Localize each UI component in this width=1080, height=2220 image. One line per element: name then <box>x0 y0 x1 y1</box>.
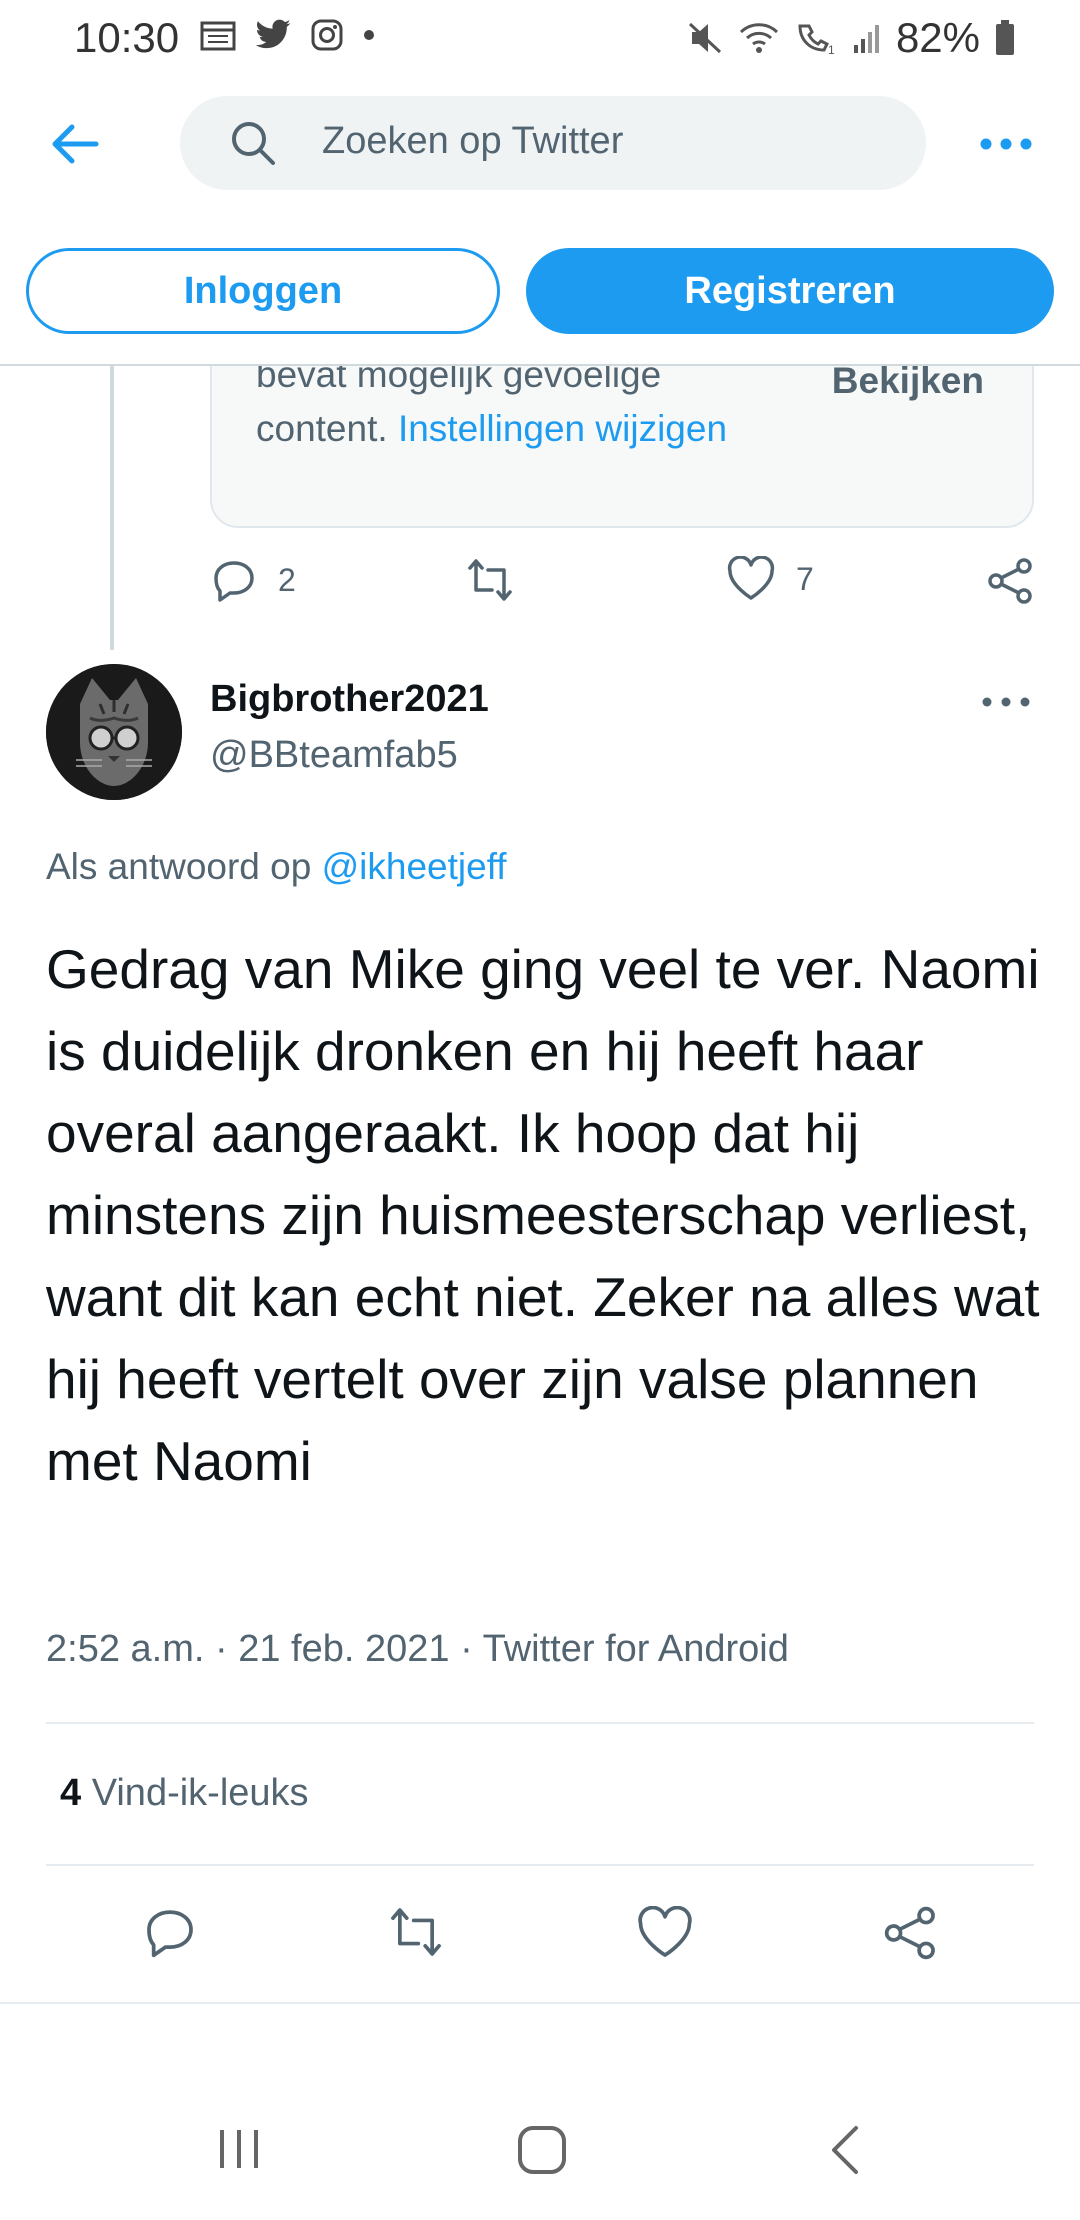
retweet-icon[interactable] <box>386 1904 446 1960</box>
back-arrow-icon[interactable] <box>46 116 102 172</box>
status-notification-icons <box>200 18 376 52</box>
reply-mention-link[interactable]: @ikheetjeff <box>322 846 507 887</box>
thread-connector-line <box>110 366 114 650</box>
divider <box>0 2002 1080 2004</box>
share-icon[interactable] <box>882 1904 940 1962</box>
search-icon <box>232 122 275 165</box>
home-icon[interactable] <box>516 2124 568 2176</box>
system-navigation-bar <box>0 2104 1080 2200</box>
avatar[interactable] <box>46 664 182 800</box>
author-handle[interactable]: @BBteamfab5 <box>210 734 458 777</box>
wifi-calling-icon: 1 <box>798 24 835 56</box>
dot-icon <box>364 30 374 40</box>
instagram-icon <box>311 19 343 51</box>
change-settings-link[interactable]: Instellingen wijzigen <box>398 408 727 449</box>
more-options-icon[interactable] <box>978 124 1034 164</box>
status-system-icons: 1 82% <box>686 14 1016 62</box>
top-app-bar: Zoeken op Twitter <box>0 96 1080 192</box>
tweet-actions <box>0 1904 1080 1964</box>
tweet-time[interactable]: 2:52 a.m. <box>46 1628 204 1670</box>
reply-icon <box>214 561 254 602</box>
reply-prefix: Als antwoord op <box>46 846 312 887</box>
twitter-icon <box>255 19 291 49</box>
previous-reply-count: 2 <box>278 561 296 598</box>
sensitive-content-warning: bevat mogelijk gevoelige content. Instel… <box>256 366 736 456</box>
auth-buttons: Inloggen Registreren <box>0 248 1080 334</box>
previous-reply-action[interactable]: 2 <box>210 556 296 604</box>
meta-separator: · <box>460 1628 483 1670</box>
previous-tweet-actions: 2 7 <box>210 556 1040 612</box>
likes-summary[interactable]: 4 Vind-ik-leuks <box>60 1772 309 1815</box>
wifi-icon <box>739 23 778 53</box>
replying-to: Als antwoord op @ikheetjeff <box>46 846 507 888</box>
signal-icon <box>853 25 879 53</box>
share-icon <box>988 558 1032 604</box>
divider <box>46 1722 1034 1724</box>
tweet-more-icon[interactable] <box>980 690 1032 714</box>
tweet-source[interactable]: Twitter for Android <box>483 1628 789 1670</box>
sensitive-warning-cut-text: bevat mogelijk gevoelige <box>256 366 662 395</box>
previous-retweet-action[interactable] <box>464 556 516 604</box>
tweet-text: Gedrag van Mike ging veel te ver. Naomi … <box>46 938 1040 1492</box>
mute-icon <box>688 22 721 54</box>
register-button[interactable]: Registreren <box>526 248 1054 334</box>
calendar-icon <box>200 21 236 51</box>
search-bar[interactable]: Zoeken op Twitter <box>180 96 926 190</box>
tweet-metadata: 2:52 a.m. · 21 feb. 2021 · Twitter for A… <box>46 1628 789 1671</box>
meta-separator: · <box>214 1628 239 1670</box>
tweet-date[interactable]: 21 feb. 2021 <box>238 1628 449 1670</box>
view-sensitive-button[interactable]: Bekijken <box>832 366 984 402</box>
likes-count: 4 <box>60 1772 82 1814</box>
previous-like-count: 7 <box>796 560 814 597</box>
cat-avatar-image <box>46 664 182 800</box>
battery-percentage: 82% <box>895 14 980 61</box>
status-time: 10:30 <box>74 14 180 61</box>
status-bar: 10:30 1 82% <box>0 0 1080 74</box>
retweet-icon <box>468 559 512 601</box>
sensitive-warning-text: content. <box>256 408 388 449</box>
svg-text:1: 1 <box>828 43 835 56</box>
sensitive-content-card: bevat mogelijk gevoelige content. Instel… <box>210 366 1034 530</box>
divider <box>46 1864 1034 1866</box>
previous-like-action[interactable]: 7 <box>726 556 814 602</box>
previous-share-action[interactable] <box>986 556 1036 606</box>
back-nav-icon[interactable] <box>826 2124 866 2176</box>
header-divider <box>0 364 1080 366</box>
heart-icon[interactable] <box>636 1906 694 1960</box>
recent-apps-icon[interactable] <box>214 2126 264 2172</box>
reply-icon[interactable] <box>142 1904 198 1960</box>
battery-icon <box>996 20 1014 55</box>
author-display-name[interactable]: Bigbrother2021 <box>210 678 489 721</box>
likes-label: Vind-ik-leuks <box>91 1772 309 1814</box>
heart-icon <box>727 556 775 600</box>
login-button[interactable]: Inloggen <box>26 248 500 334</box>
search-placeholder: Zoeken op Twitter <box>322 120 624 162</box>
